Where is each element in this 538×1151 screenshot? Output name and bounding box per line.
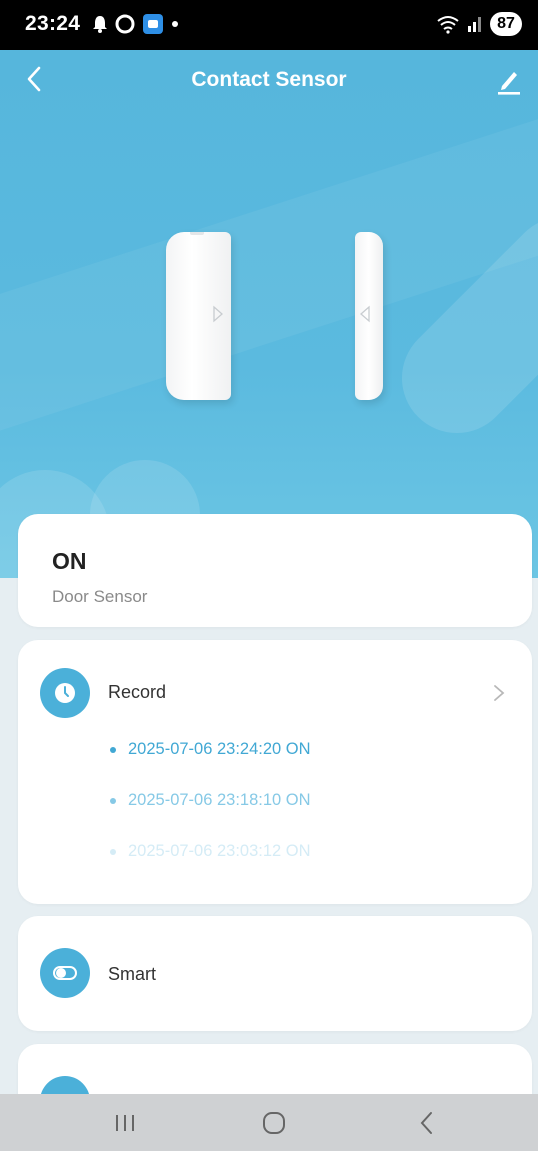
- status-bar: 23:24 87: [0, 0, 538, 50]
- clock-icon: [55, 683, 75, 703]
- arrow-left-icon: [360, 305, 370, 323]
- sensor-main-unit-image: [166, 230, 231, 400]
- signal-icon: [468, 17, 481, 32]
- sensor-magnet-image: [355, 232, 383, 400]
- edit-pencil-icon: [498, 72, 520, 95]
- edit-button[interactable]: [492, 64, 526, 98]
- arrow-right-icon: [190, 230, 223, 323]
- clock-icon-badge: [40, 668, 90, 718]
- status-icons-right: 87: [436, 12, 522, 36]
- bullet-dot: [110, 746, 116, 753]
- bullet-dot: [110, 797, 116, 804]
- home-icon[interactable]: [259, 1108, 289, 1138]
- status-card: ON Door Sensor: [18, 514, 532, 627]
- recents-icon[interactable]: [110, 1108, 140, 1138]
- wifi-icon: [437, 16, 459, 34]
- record-entry: 2025-07-06 23:18:10 ON: [110, 791, 311, 810]
- dot-icon: [172, 21, 178, 27]
- battery-indicator: 87: [490, 12, 522, 36]
- page-title: Contact Sensor: [191, 68, 347, 91]
- system-nav-bar: [0, 1094, 538, 1151]
- smart-label: Smart: [108, 964, 157, 984]
- back-icon[interactable]: [412, 1108, 442, 1138]
- bell-icon: [93, 16, 107, 33]
- bullet-dot: [110, 848, 116, 855]
- record-entry-text: 2025-07-06 23:03:12 ON: [128, 842, 311, 860]
- toggle-icon-badge: [40, 948, 90, 998]
- toggle-icon: [53, 966, 77, 980]
- status-time: 23:24: [25, 12, 81, 35]
- record-entry-text: 2025-07-06 23:24:20 ON: [128, 740, 311, 758]
- record-label: Record: [108, 682, 167, 702]
- chevron-right-icon: [494, 685, 505, 701]
- status-value: ON: [52, 548, 87, 574]
- record-entry-text: 2025-07-06 23:18:10 ON: [128, 791, 311, 809]
- device-hero: [0, 50, 538, 578]
- record-entry: 2025-07-06 23:24:20 ON: [110, 740, 311, 759]
- status-icons-left: [92, 13, 180, 35]
- smart-card[interactable]: Smart: [18, 916, 532, 1031]
- record-card[interactable]: Record 2025-07-06 23:24:20 ON 2025-07-06…: [18, 640, 532, 904]
- status-label: Door Sensor: [52, 587, 148, 606]
- circle-icon: [115, 14, 135, 34]
- app-icon: [143, 14, 163, 34]
- record-entry: 2025-07-06 23:03:12 ON: [110, 842, 311, 861]
